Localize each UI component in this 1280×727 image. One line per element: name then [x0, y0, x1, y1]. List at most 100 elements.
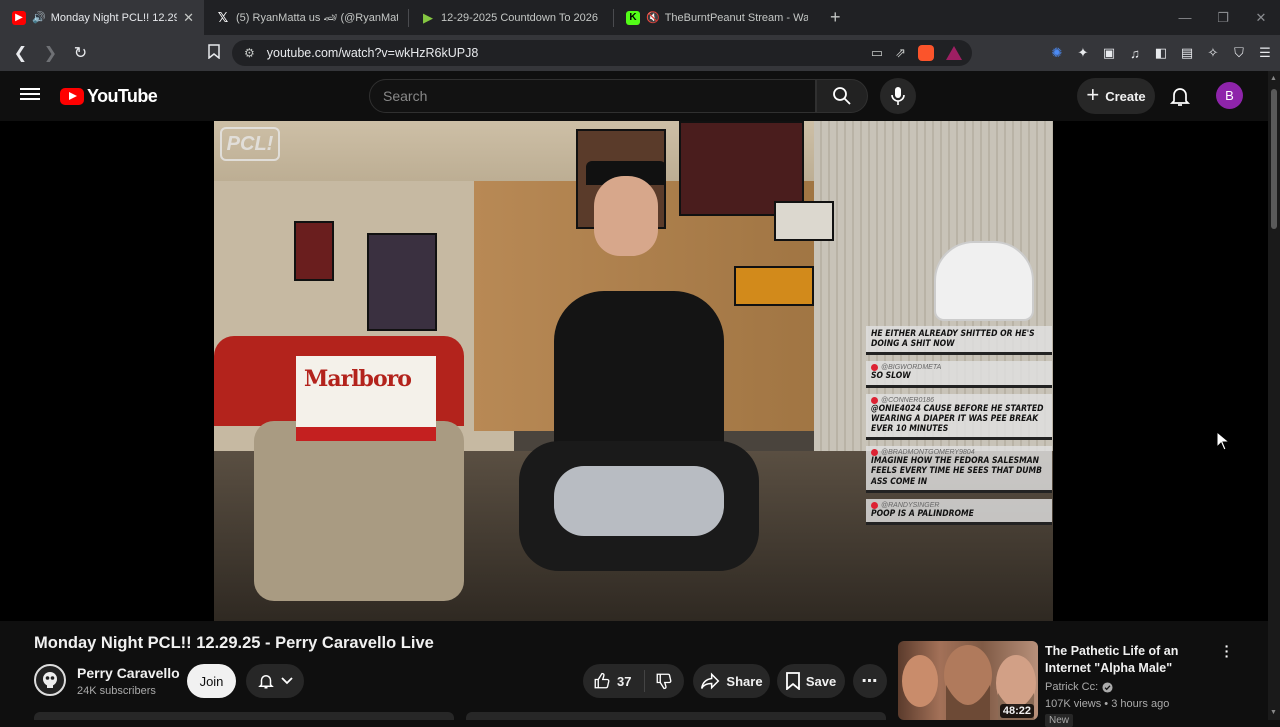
- minimize-icon[interactable]: —: [1166, 10, 1204, 25]
- recommended-video-thumbnail[interactable]: 48:22: [898, 641, 1038, 720]
- scrollbar-thumb[interactable]: [1271, 89, 1277, 229]
- browser-tab-kick[interactable]: K 🔇 TheBurntPeanut Stream - Watch: [614, 0, 818, 35]
- share-icon: [701, 672, 720, 690]
- video-duration: 48:22: [999, 704, 1034, 718]
- youtube-dot-icon: [871, 396, 878, 404]
- account-avatar[interactable]: B: [1216, 82, 1243, 109]
- pcl-watermark: PCL!: [220, 127, 280, 161]
- extension-icon[interactable]: ✺: [1050, 45, 1064, 61]
- chevron-down-icon: [281, 677, 293, 685]
- new-tab-icon[interactable]: +: [830, 7, 841, 28]
- url-text[interactable]: youtube.com/watch?v=wkHzR6kUPJ8: [267, 46, 871, 60]
- chat-message: @CONNER0186 @ONIE4024 CAUSE BEFORE HE ST…: [866, 393, 1052, 441]
- verified-badge-icon: [1102, 681, 1113, 693]
- chat-message: HE EITHER ALREADY SHITTED OR HE'S DOING …: [866, 326, 1052, 356]
- back-icon[interactable]: ❮: [8, 43, 33, 63]
- chat-text: POOP IS A PALINDROME: [871, 508, 974, 519]
- create-button[interactable]: + Create: [1077, 78, 1155, 114]
- chat-message: @BIGWORDMETA SO SLOW: [866, 361, 1052, 388]
- brave-rewards-icon[interactable]: [946, 46, 962, 60]
- video-scene: [934, 241, 1034, 321]
- vpn-icon[interactable]: ⛉: [1232, 45, 1246, 61]
- like-count: 37: [617, 673, 632, 689]
- logo-text: YouTube: [87, 86, 158, 106]
- leo-ai-icon[interactable]: ✧: [1206, 45, 1220, 61]
- browser-tab-youtube[interactable]: ▶ 🔊 Monday Night PCL!! 12.29.25 ✕: [0, 0, 204, 35]
- subscriber-count: 24K subscribers: [77, 685, 156, 697]
- tab-title: (5) RyanMatta us 🏎 (@RyanMattaM: [236, 12, 398, 24]
- create-label: Create: [1105, 88, 1146, 104]
- page-scrollbar[interactable]: ▲ ▼: [1268, 71, 1280, 720]
- notification-settings-button[interactable]: [246, 664, 304, 698]
- search-input[interactable]: [383, 88, 815, 104]
- browser-toolbar: ❮ ❯ ↻ ⚙ youtube.com/watch?v=wkHzR6kUPJ8 …: [0, 35, 1280, 71]
- scroll-up-icon[interactable]: ▲: [1270, 75, 1277, 82]
- chat-user: @RANDYSINGER: [871, 501, 1047, 509]
- site-info-icon[interactable]: ⚙: [244, 46, 255, 60]
- screenshot-icon[interactable]: ▣: [1102, 45, 1116, 61]
- forward-icon[interactable]: ❯: [38, 43, 63, 63]
- brave-shields-icon[interactable]: [918, 45, 934, 61]
- channel-name: Patrick Cc:: [1045, 681, 1099, 693]
- wallet-icon[interactable]: ▤: [1180, 45, 1194, 61]
- youtube-dot-icon: [871, 501, 878, 509]
- browser-tab-rumble[interactable]: ▶ 12-29-2025 Countdown To 2026: [409, 0, 613, 35]
- save-button[interactable]: Save: [777, 664, 845, 698]
- audio-muted-icon[interactable]: 🔇: [646, 11, 660, 24]
- youtube-logo[interactable]: YouTube: [60, 86, 158, 107]
- join-button[interactable]: Join: [187, 664, 236, 698]
- window-controls: — ❐ ✕: [1166, 0, 1280, 35]
- menu-icon[interactable]: [20, 85, 40, 105]
- media-icon[interactable]: ♫: [1128, 46, 1142, 61]
- like-dislike-group: 37: [583, 664, 684, 698]
- browser-menu-icon[interactable]: ☰: [1258, 45, 1272, 61]
- youtube-play-icon: [60, 88, 84, 105]
- video-scene: [774, 201, 834, 241]
- channel-name[interactable]: Perry Caravello: [77, 665, 180, 681]
- chat-user: @BRADMONTGOMERY9804: [871, 449, 1047, 457]
- notifications-button[interactable]: [1168, 84, 1192, 108]
- close-window-icon[interactable]: ✕: [1242, 10, 1280, 26]
- video-scene: [294, 221, 334, 281]
- search-icon: [833, 87, 851, 105]
- more-actions-button[interactable]: ⋯: [853, 664, 887, 698]
- youtube-header: YouTube + Create B: [0, 71, 1268, 121]
- save-label: Save: [805, 673, 837, 689]
- maximize-icon[interactable]: ❐: [1204, 10, 1242, 26]
- share-label: Share: [726, 673, 763, 689]
- description-box[interactable]: [34, 712, 454, 720]
- reload-icon[interactable]: ↻: [68, 43, 93, 63]
- recommended-video-title[interactable]: The Pathetic Life of an Internet "Alpha …: [1045, 643, 1220, 677]
- extensions-puzzle-icon[interactable]: ✦: [1076, 45, 1090, 61]
- sidebar-icon[interactable]: ◧: [1154, 45, 1168, 61]
- comments-box[interactable]: [466, 712, 886, 720]
- share-page-icon[interactable]: ⇗: [895, 45, 906, 61]
- bookmark-icon[interactable]: [208, 44, 220, 62]
- tab-title: Monday Night PCL!! 12.29.25: [50, 11, 178, 24]
- video-scene: Marlboro: [296, 356, 436, 441]
- video-player[interactable]: Marlboro PCL! HE EITHER ALREADY SHITTED …: [214, 121, 1053, 621]
- more-vertical-icon[interactable]: · · ·: [1222, 639, 1232, 663]
- address-bar[interactable]: ⚙ youtube.com/watch?v=wkHzR6kUPJ8 ▭ ⇗: [232, 40, 972, 66]
- bell-icon: [258, 675, 274, 689]
- voice-search-button[interactable]: [880, 78, 916, 114]
- recommended-video-channel[interactable]: Patrick Cc:: [1045, 681, 1113, 693]
- new-badge: New: [1045, 714, 1074, 727]
- dislike-button[interactable]: [645, 672, 673, 690]
- share-button[interactable]: Share: [693, 664, 770, 698]
- tab-title: 12-29-2025 Countdown To 2026: [441, 11, 598, 24]
- cast-icon[interactable]: ▭: [871, 45, 883, 61]
- audio-playing-icon[interactable]: 🔊: [32, 11, 46, 24]
- like-button[interactable]: 37: [583, 670, 645, 692]
- rumble-favicon-icon: ▶: [423, 9, 433, 25]
- youtube-favicon-icon: ▶: [12, 10, 26, 25]
- plus-icon: +: [1086, 82, 1100, 107]
- close-tab-icon[interactable]: ✕: [183, 10, 194, 26]
- search-box[interactable]: [369, 79, 816, 113]
- video-title: Monday Night PCL!! 12.29.25 - Perry Cara…: [34, 634, 434, 652]
- channel-avatar[interactable]: [34, 664, 66, 696]
- video-scene: [734, 266, 814, 306]
- browser-tab-x[interactable]: 𝕏 (5) RyanMatta us 🏎 (@RyanMattaM: [204, 0, 408, 35]
- search-button[interactable]: [816, 79, 868, 113]
- scroll-down-icon[interactable]: ▼: [1270, 709, 1277, 716]
